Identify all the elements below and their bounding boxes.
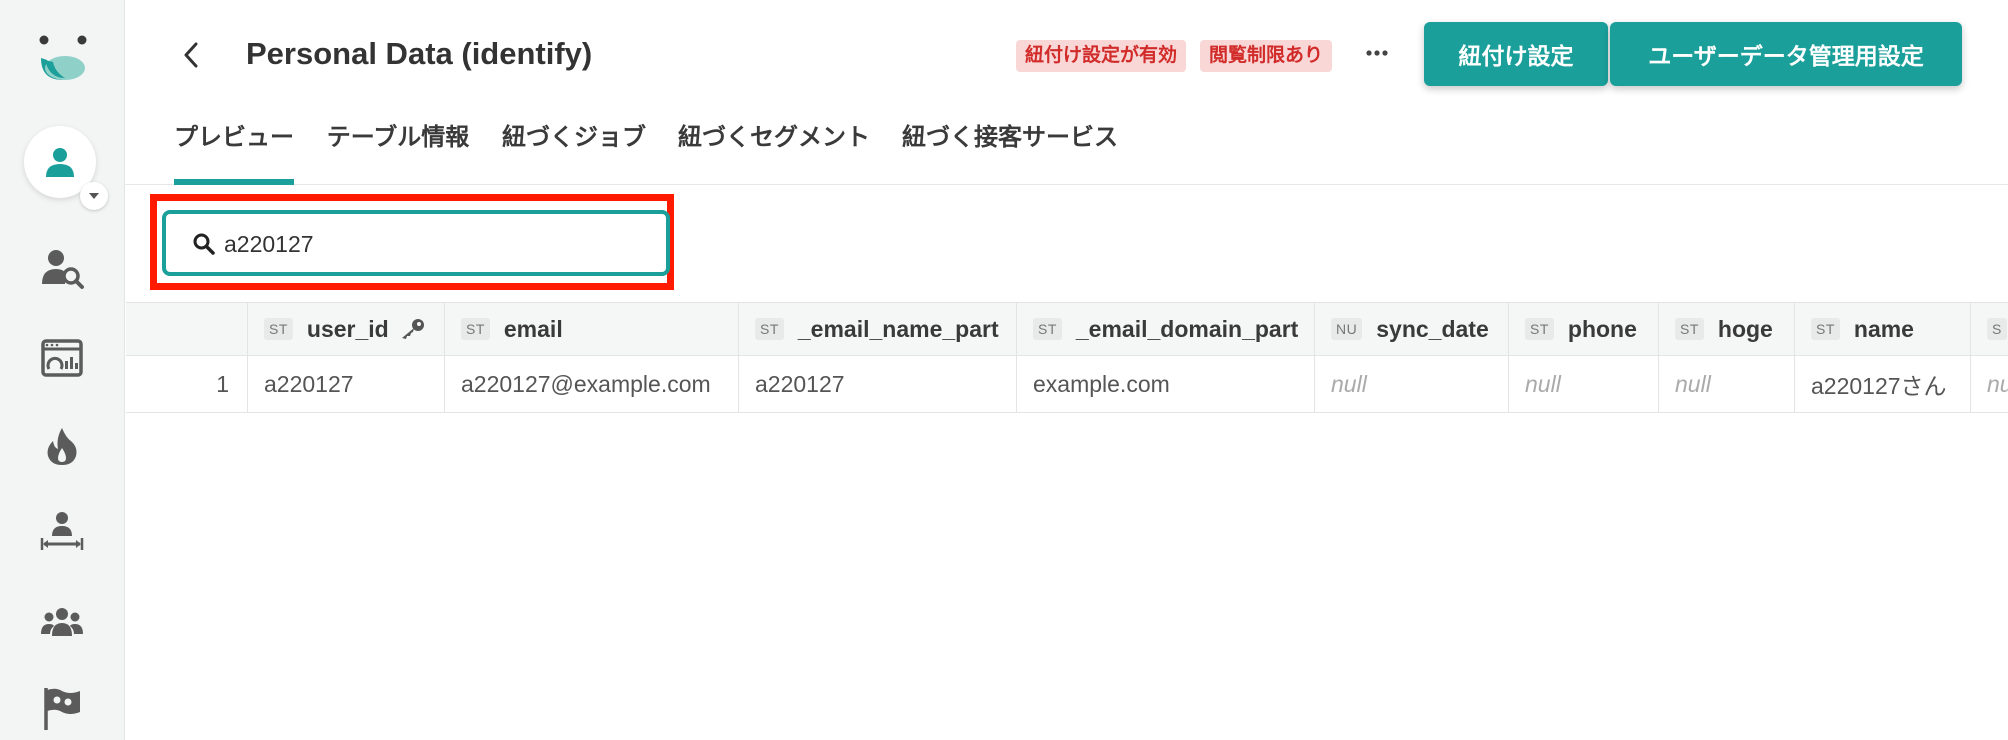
table-row[interactable]: 1 a220127 a220127@example.com a220127 ex…	[126, 356, 2008, 413]
type-badge: ST	[264, 318, 293, 340]
table-cell-null: null	[1659, 356, 1795, 412]
user-measure-icon[interactable]	[38, 508, 86, 556]
type-badge: ST	[755, 318, 784, 340]
type-badge: S	[1987, 318, 2007, 340]
linking-settings-button[interactable]: 紐付け設定	[1424, 22, 1608, 86]
row-index: 1	[126, 356, 248, 412]
type-badge: ST	[1525, 318, 1554, 340]
account-menu[interactable]	[24, 126, 108, 210]
tab-linked-jobs[interactable]: 紐づくジョブ	[502, 118, 646, 184]
column-name: sync_date	[1376, 315, 1489, 342]
column-header[interactable]: S	[1971, 303, 2008, 355]
type-badge: ST	[1675, 318, 1704, 340]
column-header[interactable]: ST _email_name_part	[739, 303, 1017, 355]
user-search-icon[interactable]	[38, 244, 86, 292]
back-button[interactable]	[174, 38, 208, 72]
column-header[interactable]: ST user_id	[248, 303, 445, 355]
tab-linked-segments[interactable]: 紐づくセグメント	[678, 118, 870, 184]
column-header[interactable]: ST _email_domain_part	[1017, 303, 1315, 355]
page-title: Personal Data (identify)	[246, 36, 593, 71]
type-badge: NU	[1331, 318, 1363, 340]
table-cell-null: nu	[1987, 370, 2008, 397]
chevron-left-icon	[184, 42, 198, 68]
search-input[interactable]	[224, 224, 644, 264]
user-data-management-settings-button[interactable]: ユーザーデータ管理用設定	[1610, 22, 1962, 86]
status-badge-linking-enabled: 紐付け設定が有効	[1016, 40, 1187, 72]
search-box[interactable]	[162, 210, 670, 276]
column-header[interactable]: ST name	[1795, 303, 1971, 355]
column-name: phone	[1567, 315, 1637, 342]
sidebar	[0, 0, 125, 740]
type-badge: ST	[461, 318, 490, 340]
column-name: _email_name_part	[797, 315, 999, 342]
table-cell-null: null	[1509, 356, 1659, 412]
column-name: email	[503, 315, 563, 342]
search-icon	[192, 232, 216, 256]
group-icon[interactable]	[38, 598, 86, 646]
more-menu-button[interactable]	[1362, 38, 1392, 68]
table-cell-null: null	[1315, 356, 1509, 412]
column-header[interactable]: ST email	[445, 303, 739, 355]
table-cell: example.com	[1017, 356, 1315, 412]
tab-table-info[interactable]: テーブル情報	[326, 118, 470, 184]
column-name: name	[1853, 315, 1914, 342]
table-cell: a220127@example.com	[445, 356, 739, 412]
app-logo[interactable]	[35, 30, 91, 86]
table-cell: a220127さん	[1795, 356, 1971, 412]
column-name: _email_domain_part	[1075, 315, 1299, 342]
column-header[interactable]: ST hoge	[1659, 303, 1795, 355]
table-cell: a220127	[248, 356, 445, 412]
tab-bar: プレビュー テーブル情報 紐づくジョブ 紐づくセグメント 紐づく接客サービス	[124, 118, 2008, 185]
key-icon	[401, 319, 424, 339]
column-header[interactable]: ST phone	[1509, 303, 1659, 355]
type-badge: ST	[1811, 318, 1840, 340]
column-header[interactable]: NU sync_date	[1315, 303, 1509, 355]
column-name: hoge	[1717, 315, 1773, 342]
more-horizontal-icon	[1366, 50, 1388, 56]
type-badge: ST	[1033, 318, 1062, 340]
fire-icon[interactable]	[38, 422, 86, 470]
column-name: user_id	[306, 315, 389, 342]
table-header: ST user_id ST email ST _email_name_part …	[126, 302, 2008, 356]
flag-icon[interactable]	[38, 684, 86, 732]
caret-down-icon[interactable]	[80, 182, 108, 210]
table-cell: a220127	[739, 356, 1017, 412]
index-header	[126, 303, 248, 355]
status-badge-view-restricted: 閲覧制限あり	[1200, 40, 1333, 72]
tab-preview[interactable]: プレビュー	[174, 118, 294, 185]
user-icon	[46, 148, 74, 177]
tab-linked-services[interactable]: 紐づく接客サービス	[902, 118, 1118, 184]
dashboard-icon[interactable]	[38, 334, 86, 382]
